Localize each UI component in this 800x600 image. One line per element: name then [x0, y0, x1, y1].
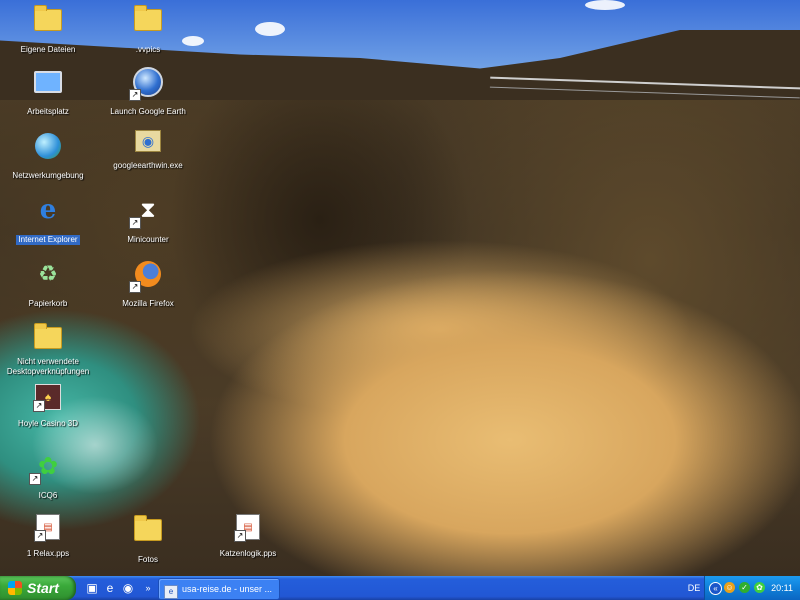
language-indicator[interactable]: DE [684, 576, 704, 600]
task-button-label: usa-reise.de - unser ... [182, 584, 273, 594]
recycle-bin-icon: ♻ [38, 261, 58, 286]
icon-label: ICQ6 [38, 491, 58, 500]
my-documents-icon [32, 4, 64, 36]
quicklaunch-chevron-icon[interactable]: » [140, 580, 156, 596]
icon-label: Internet Explorer [16, 235, 80, 245]
desktop-wallpaper: Eigene Dateien Arbeitsplatz Netzwerkumge… [0, 0, 800, 576]
taskbar: Start ▣ e ◉ » e usa-reise.de - unser ... … [0, 576, 800, 600]
desktop-icon-recycle-bin[interactable]: ♻ Papierkorb [0, 258, 98, 311]
browser-window-icon: e [164, 585, 178, 599]
desktop-icon-my-computer[interactable]: Arbeitsplatz [0, 66, 98, 119]
windows-flag-icon [8, 581, 22, 595]
desktop-icon-unused-shortcuts[interactable]: Nicht verwendete Desktopverknüpfungen [0, 322, 98, 379]
icon-label: 1 Relax.pps [26, 549, 70, 558]
icon-label: Eigene Dateien [20, 45, 76, 54]
icon-label: googleearthwin.exe [113, 161, 183, 170]
icon-label: Minicounter [127, 235, 169, 244]
desktop-icon-internet-explorer[interactable]: e Internet Explorer [0, 194, 98, 247]
quicklaunch-internet-explorer-icon[interactable]: e [102, 580, 118, 596]
folder-icon [132, 514, 164, 546]
quicklaunch-media-player-icon[interactable]: ◉ [120, 580, 136, 596]
desktop-icon-minicounter[interactable]: ⧗ Minicounter [98, 194, 198, 247]
installer-icon: ◉ [135, 130, 161, 152]
desktop-icon-vvpics[interactable]: .vvpics [98, 4, 198, 57]
icq-flower-icon: ✿ [29, 450, 64, 485]
firefox-icon [129, 258, 164, 293]
desktop-icon-hoyle-casino[interactable]: ♠ Hoyle Casino 3D [0, 384, 98, 431]
pps-file-icon: ▤ [34, 514, 60, 542]
desktop-icon-google-earth[interactable]: Launch Google Earth [98, 66, 198, 119]
desktop-icon-relax-pps[interactable]: ▤ 1 Relax.pps [0, 514, 98, 561]
icon-label: Launch Google Earth [110, 107, 186, 116]
icon-label: Fotos [137, 555, 158, 564]
wallpaper-cloud [255, 22, 285, 36]
tray-shield-icon[interactable]: ✓ [739, 582, 750, 593]
hourglass-icon: ⧗ [129, 194, 164, 229]
tray-smiley-icon[interactable]: ☺ [724, 582, 735, 593]
google-earth-icon [129, 66, 164, 101]
wallpaper-cloud [585, 0, 625, 10]
icon-label: Netzwerkumgebung [12, 171, 84, 180]
icon-label: Nicht verwendete Desktopverknüpfungen [6, 357, 90, 376]
my-computer-icon [32, 66, 64, 98]
desktop-icon-network[interactable]: Netzwerkumgebung [0, 130, 98, 183]
desktop-icon-katzenlogik-pps[interactable]: ▤ Katzenlogik.pps [198, 514, 298, 561]
pps-file-icon: ▤ [234, 514, 260, 542]
start-label: Start [27, 580, 59, 596]
folder-icon [32, 322, 64, 354]
icon-label: Arbeitsplatz [27, 107, 69, 116]
desktop-icon-my-documents[interactable]: Eigene Dateien [0, 4, 98, 57]
desktop-icon-icq[interactable]: ✿ ICQ6 [0, 450, 98, 503]
tray-icq-icon[interactable]: ✿ [754, 582, 765, 593]
desktop-icon-googleearthwin[interactable]: ◉ googleearthwin.exe [98, 130, 198, 173]
taskbar-window-button[interactable]: e usa-reise.de - unser ... [158, 578, 280, 600]
desktop-icon-firefox[interactable]: Mozilla Firefox [98, 258, 198, 311]
icon-label: Papierkorb [28, 299, 68, 308]
icon-label: Katzenlogik.pps [219, 549, 277, 558]
network-icon [32, 130, 64, 162]
icon-label: .vvpics [135, 45, 161, 54]
icon-label: Hoyle Casino 3D [17, 419, 79, 428]
folder-icon [132, 4, 164, 36]
icon-label: Mozilla Firefox [122, 299, 174, 308]
casino-icon: ♠ [33, 384, 61, 412]
desktop-icon-fotos[interactable]: Fotos [98, 514, 198, 567]
internet-explorer-icon: e [39, 195, 57, 225]
clock[interactable]: 20:11 [771, 576, 793, 600]
tray-network-icon[interactable]: « [709, 582, 722, 595]
show-desktop-icon[interactable]: ▣ [84, 580, 100, 596]
start-button[interactable]: Start [0, 576, 76, 600]
system-tray: « ☺ ✓ ✿ 20:11 [704, 576, 800, 600]
